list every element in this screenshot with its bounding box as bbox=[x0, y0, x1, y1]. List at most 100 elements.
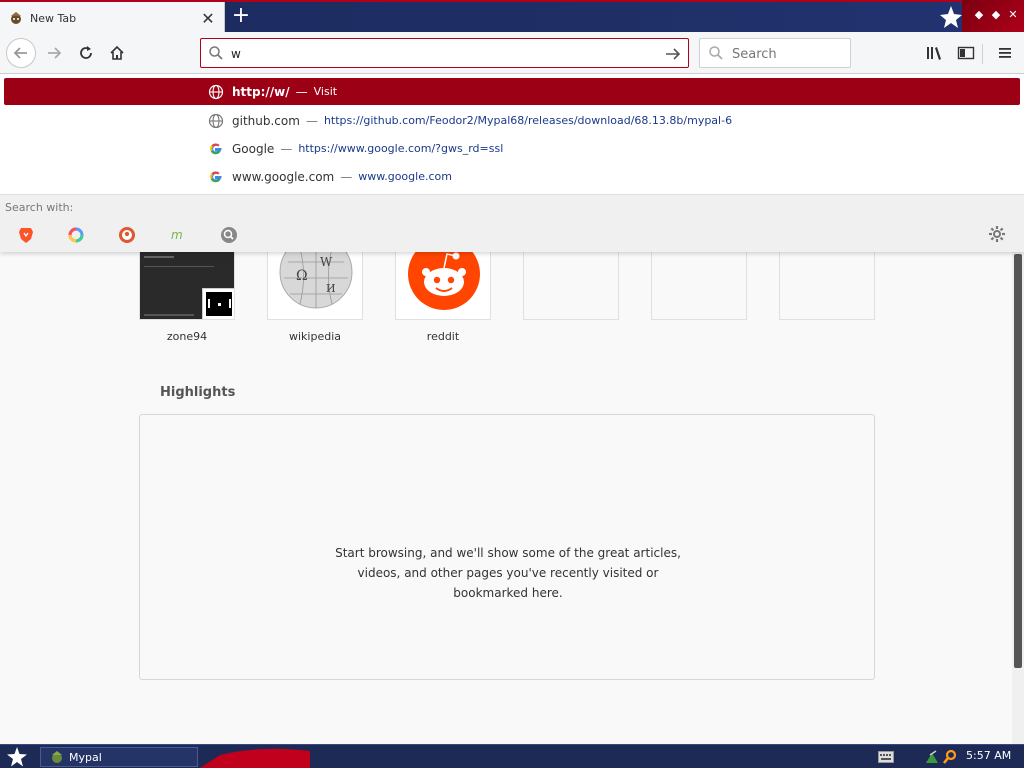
library-button[interactable] bbox=[920, 39, 948, 67]
back-button[interactable] bbox=[6, 38, 36, 68]
new-tab-page: zone94 Ω W И wikipedia reddit Highlights… bbox=[0, 252, 1012, 744]
taskbar-clock: 5:57 AM bbox=[966, 749, 1012, 762]
search-with-label: Search with: bbox=[5, 201, 74, 214]
tab-title: New Tab bbox=[30, 11, 77, 25]
qwant-icon[interactable] bbox=[66, 225, 86, 245]
google-icon bbox=[208, 169, 224, 185]
page-scrollbar[interactable] bbox=[1012, 252, 1024, 744]
sidebar-button[interactable] bbox=[952, 39, 980, 67]
top-site-tile[interactable]: Ω W И wikipedia bbox=[267, 252, 363, 343]
svg-text:Ω: Ω bbox=[296, 268, 308, 284]
home-icon bbox=[110, 45, 124, 60]
autocomplete-row[interactable]: github.com — https://github.com/Feodor2/… bbox=[4, 107, 1020, 134]
searx-icon[interactable] bbox=[219, 225, 239, 245]
autocomplete-separator: — bbox=[305, 113, 318, 128]
forward-button[interactable] bbox=[40, 39, 68, 67]
autocomplete-title: www.google.com bbox=[232, 169, 335, 184]
top-site-empty-slot bbox=[523, 252, 619, 320]
taskbar-item-mypal[interactable]: Mypal bbox=[40, 747, 198, 767]
navigation-toolbar bbox=[0, 32, 1024, 74]
highlights-heading: Highlights bbox=[160, 385, 236, 400]
mypal-favicon-icon bbox=[8, 10, 24, 26]
highlights-message: Start browsing, and we'll show some of t… bbox=[290, 543, 726, 603]
top-site-placeholder bbox=[779, 252, 875, 320]
top-site-name: reddit bbox=[426, 330, 460, 343]
autocomplete-title: github.com bbox=[232, 113, 300, 128]
top-site-thumbnail: Ω W И bbox=[267, 252, 363, 320]
svg-text:m: m bbox=[171, 228, 183, 242]
maximize-icon[interactable]: ◆ bbox=[989, 8, 1003, 22]
duckduckgo-icon[interactable] bbox=[117, 225, 137, 245]
back-arrow-icon bbox=[13, 47, 27, 59]
url-bar[interactable] bbox=[200, 38, 689, 68]
top-site-tile[interactable]: reddit bbox=[395, 252, 491, 343]
search-input[interactable] bbox=[732, 44, 842, 64]
zone94-icon bbox=[202, 288, 234, 319]
minimize-icon[interactable]: ◆ bbox=[972, 8, 986, 22]
reddit-icon bbox=[408, 252, 480, 310]
plus-icon[interactable]: + bbox=[230, 5, 252, 28]
globe-icon bbox=[208, 84, 224, 100]
home-button[interactable] bbox=[103, 39, 131, 67]
one-off-search-bar: Search with: m bbox=[0, 194, 1024, 252]
globe-icon bbox=[208, 113, 224, 129]
mojeek-icon[interactable]: m bbox=[168, 225, 188, 245]
gear-icon[interactable] bbox=[988, 225, 1008, 245]
top-site-tile[interactable]: zone94 bbox=[139, 252, 235, 343]
top-site-name: zone94 bbox=[166, 330, 208, 343]
autocomplete-row[interactable]: Google — https://www.google.com/?gws_rd=… bbox=[4, 135, 1020, 162]
toolbar-separator bbox=[982, 44, 983, 64]
autocomplete-separator: — bbox=[280, 141, 293, 156]
network-tray-icon[interactable] bbox=[924, 749, 940, 765]
tab-new-tab[interactable]: New Tab ✕ bbox=[0, 2, 225, 34]
mypal-app-icon bbox=[49, 749, 65, 765]
library-icon bbox=[927, 47, 941, 60]
start-menu-star-icon[interactable] bbox=[6, 746, 28, 768]
close-icon[interactable]: ✕ bbox=[198, 8, 218, 28]
url-input[interactable] bbox=[231, 44, 651, 64]
autocomplete-url: www.google.com bbox=[358, 170, 452, 183]
highlights-message-line: bookmarked here. bbox=[453, 586, 563, 600]
menu-button[interactable] bbox=[991, 39, 1019, 67]
tab-strip: New Tab ✕ + ◆ ◆ ✕ bbox=[0, 0, 1024, 34]
forward-arrow-icon bbox=[48, 47, 62, 59]
search-bar[interactable] bbox=[699, 38, 851, 68]
keyboard-icon[interactable] bbox=[878, 751, 894, 763]
top-site-placeholder bbox=[651, 252, 747, 320]
top-site-name: wikipedia bbox=[288, 330, 341, 343]
reload-icon bbox=[80, 46, 92, 59]
autocomplete-row[interactable]: http://w/ — Visit bbox=[4, 78, 1020, 105]
go-arrow-icon[interactable] bbox=[662, 43, 684, 65]
os-taskbar: Mypal 5:57 AM bbox=[0, 744, 1024, 768]
brave-icon[interactable] bbox=[16, 225, 36, 245]
taskbar-item-label: Mypal bbox=[69, 750, 102, 764]
taskbar-flag-decoration bbox=[200, 745, 310, 768]
google-icon bbox=[208, 141, 224, 157]
scrollbar-thumb[interactable] bbox=[1014, 254, 1022, 668]
highlights-message-line: videos, and other pages you've recently … bbox=[357, 566, 659, 580]
autocomplete-url: Visit bbox=[313, 85, 338, 98]
autocomplete-row[interactable]: www.google.com — www.google.com bbox=[4, 163, 1020, 190]
autocomplete-url: https://github.com/Feodor2/Mypal68/relea… bbox=[323, 114, 733, 127]
reload-button[interactable] bbox=[72, 39, 100, 67]
highlights-message-line: Start browsing, and we'll show some of t… bbox=[335, 546, 681, 560]
wikipedia-globe-icon: Ω W И bbox=[279, 252, 353, 309]
search-tray-icon[interactable] bbox=[942, 749, 958, 765]
top-site-thumbnail bbox=[395, 252, 491, 320]
window-close-icon[interactable]: ✕ bbox=[1006, 8, 1020, 22]
autocomplete-title: http://w/ bbox=[232, 84, 290, 99]
search-icon bbox=[208, 45, 224, 64]
autocomplete-separator: — bbox=[340, 169, 353, 184]
top-site-thumbnail bbox=[139, 252, 235, 320]
sidebar-icon bbox=[957, 46, 975, 60]
svg-text:W: W bbox=[320, 255, 333, 269]
search-icon bbox=[708, 45, 724, 64]
star-icon bbox=[940, 5, 962, 29]
top-site-empty-slot bbox=[779, 252, 875, 320]
autocomplete-url: https://www.google.com/?gws_rd=ssl bbox=[298, 142, 504, 155]
hamburger-menu-icon bbox=[999, 48, 1011, 58]
highlights-empty-state: Start browsing, and we'll show some of t… bbox=[139, 414, 875, 680]
url-autocomplete-popup: http://w/ — Visit github.com — https://g… bbox=[0, 74, 1024, 252]
top-site-placeholder bbox=[523, 252, 619, 320]
autocomplete-title: Google bbox=[232, 141, 275, 156]
